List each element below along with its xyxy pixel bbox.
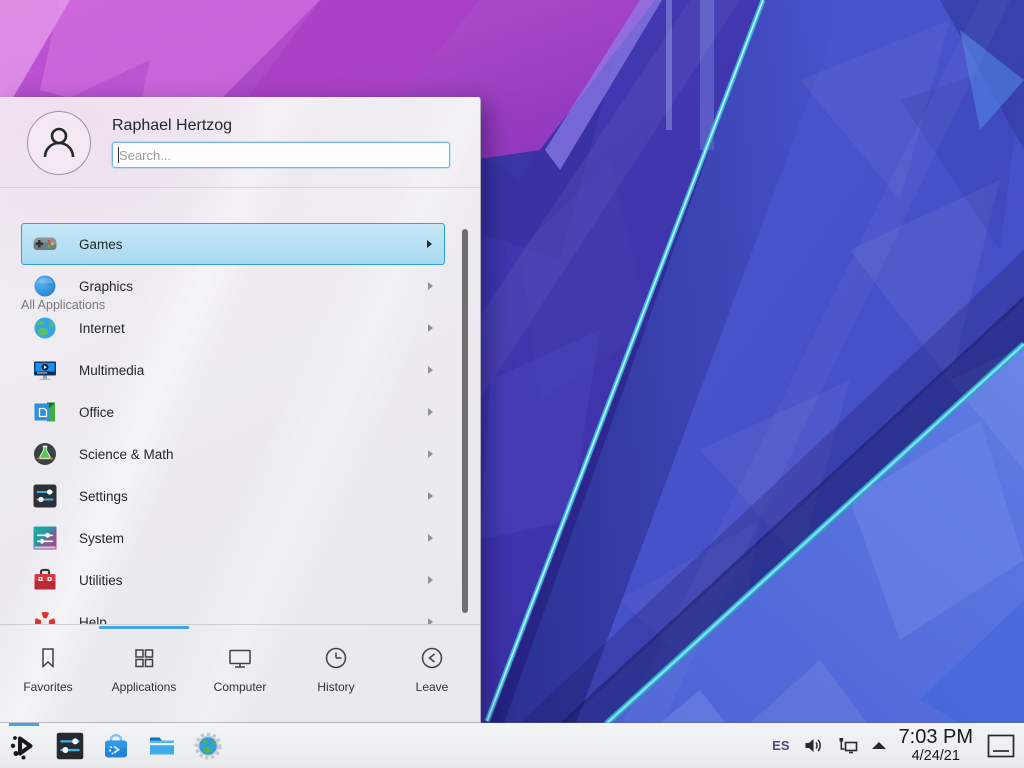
- submenu-arrow-icon: [428, 576, 433, 584]
- file-manager-button[interactable]: [146, 730, 177, 761]
- application-launcher-button[interactable]: [8, 730, 39, 761]
- list-item-label: Graphics: [79, 279, 133, 294]
- leave-circle-icon: [419, 645, 445, 671]
- tab-label: History: [317, 680, 354, 694]
- tab-computer[interactable]: Computer: [192, 625, 288, 723]
- list-item-office[interactable]: Office: [21, 391, 445, 433]
- software-bag-icon: [101, 731, 131, 761]
- scrollbar[interactable]: [462, 229, 468, 613]
- list-item-games[interactable]: Games: [21, 223, 445, 265]
- list-item-label: Help: [79, 615, 107, 625]
- lifebuoy-icon: [32, 609, 58, 624]
- tab-applications[interactable]: Applications: [96, 625, 192, 723]
- search-input[interactable]: [112, 142, 450, 168]
- list-item-science-math[interactable]: Science & Math: [21, 433, 445, 475]
- tab-leave[interactable]: Leave: [384, 625, 480, 723]
- tab-label: Computer: [214, 680, 267, 694]
- sphere-icon: [32, 273, 58, 299]
- discover-button[interactable]: [100, 730, 131, 761]
- list-item-help[interactable]: Help: [21, 601, 445, 624]
- list-item-label: System: [79, 531, 124, 546]
- tab-label: Applications: [112, 680, 177, 694]
- globe-icon: [32, 315, 58, 341]
- list-item-settings[interactable]: Settings: [21, 475, 445, 517]
- tab-label: Favorites: [23, 680, 72, 694]
- submenu-arrow-icon: [428, 492, 433, 500]
- tab-label: Leave: [416, 680, 449, 694]
- globe-gear-icon: [193, 731, 223, 761]
- submenu-arrow-icon: [428, 408, 433, 416]
- blue-folder-icon: [147, 731, 177, 761]
- list-item-label: Office: [79, 405, 114, 420]
- document-icon: [32, 399, 58, 425]
- user-avatar[interactable]: [27, 111, 91, 175]
- launcher-tab-bar: Favorites Applications Computer: [0, 624, 480, 723]
- list-item-label: Science & Math: [79, 447, 174, 462]
- settings-sliders-icon: [55, 731, 85, 761]
- system-settings-button[interactable]: [54, 730, 85, 761]
- system-sliders-icon: [32, 525, 58, 551]
- submenu-arrow-icon: [428, 282, 433, 290]
- application-launcher-menu: Raphael Hertzog All Applications: [0, 97, 481, 723]
- list-item-system[interactable]: System: [21, 517, 445, 559]
- list-item-internet[interactable]: Internet: [21, 307, 445, 349]
- kde-kicker-icon: [9, 731, 39, 761]
- network-icon[interactable]: [837, 735, 859, 756]
- web-browser-button[interactable]: [192, 730, 223, 761]
- show-desktop-button[interactable]: [986, 733, 1016, 759]
- gamepad-icon: [32, 231, 58, 257]
- list-item-graphics[interactable]: Graphics: [21, 265, 445, 307]
- flask-icon: [32, 441, 58, 467]
- user-icon: [39, 123, 79, 163]
- list-item-label: Internet: [79, 321, 125, 336]
- submenu-arrow-icon: [427, 240, 432, 248]
- system-tray: ES 7:03 PM 4/24/21: [772, 727, 1016, 764]
- taskbar-panel: ES 7:03 PM 4/24/21: [0, 723, 1024, 768]
- active-task-indicator: [9, 723, 39, 726]
- launcher-header: Raphael Hertzog: [0, 98, 480, 188]
- computer-icon: [227, 645, 253, 671]
- list-item-utilities[interactable]: Utilities: [21, 559, 445, 601]
- submenu-arrow-icon: [428, 534, 433, 542]
- list-item-label: Games: [79, 237, 123, 252]
- tab-favorites[interactable]: Favorites: [0, 625, 96, 723]
- category-list: Games Graphics: [0, 223, 480, 624]
- toolbox-icon: [32, 567, 58, 593]
- user-name: Raphael Hertzog: [112, 117, 450, 135]
- sliders-icon: [32, 483, 58, 509]
- text-caret: [118, 147, 119, 163]
- app-grid-icon: [131, 645, 157, 671]
- tray-expand-arrow-icon[interactable]: [872, 742, 886, 749]
- monitor-play-icon: [32, 357, 58, 383]
- bookmark-icon: [35, 645, 61, 671]
- submenu-arrow-icon: [428, 366, 433, 374]
- tab-history[interactable]: History: [288, 625, 384, 723]
- show-desktop-icon: [987, 734, 1015, 758]
- history-clock-icon: [323, 645, 349, 671]
- list-item-label: Settings: [79, 489, 128, 504]
- submenu-arrow-icon: [428, 450, 433, 458]
- submenu-arrow-icon: [428, 324, 433, 332]
- list-item-multimedia[interactable]: Multimedia: [21, 349, 445, 391]
- keyboard-layout-indicator[interactable]: ES: [772, 738, 789, 753]
- list-item-label: Utilities: [79, 573, 123, 588]
- digital-clock[interactable]: 7:03 PM 4/24/21: [899, 727, 973, 764]
- clock-date: 4/24/21: [912, 749, 960, 764]
- volume-icon[interactable]: [803, 735, 824, 756]
- clock-time: 7:03 PM: [899, 727, 973, 747]
- desktop: Raphael Hertzog All Applications: [0, 0, 1024, 768]
- list-item-label: Multimedia: [79, 363, 144, 378]
